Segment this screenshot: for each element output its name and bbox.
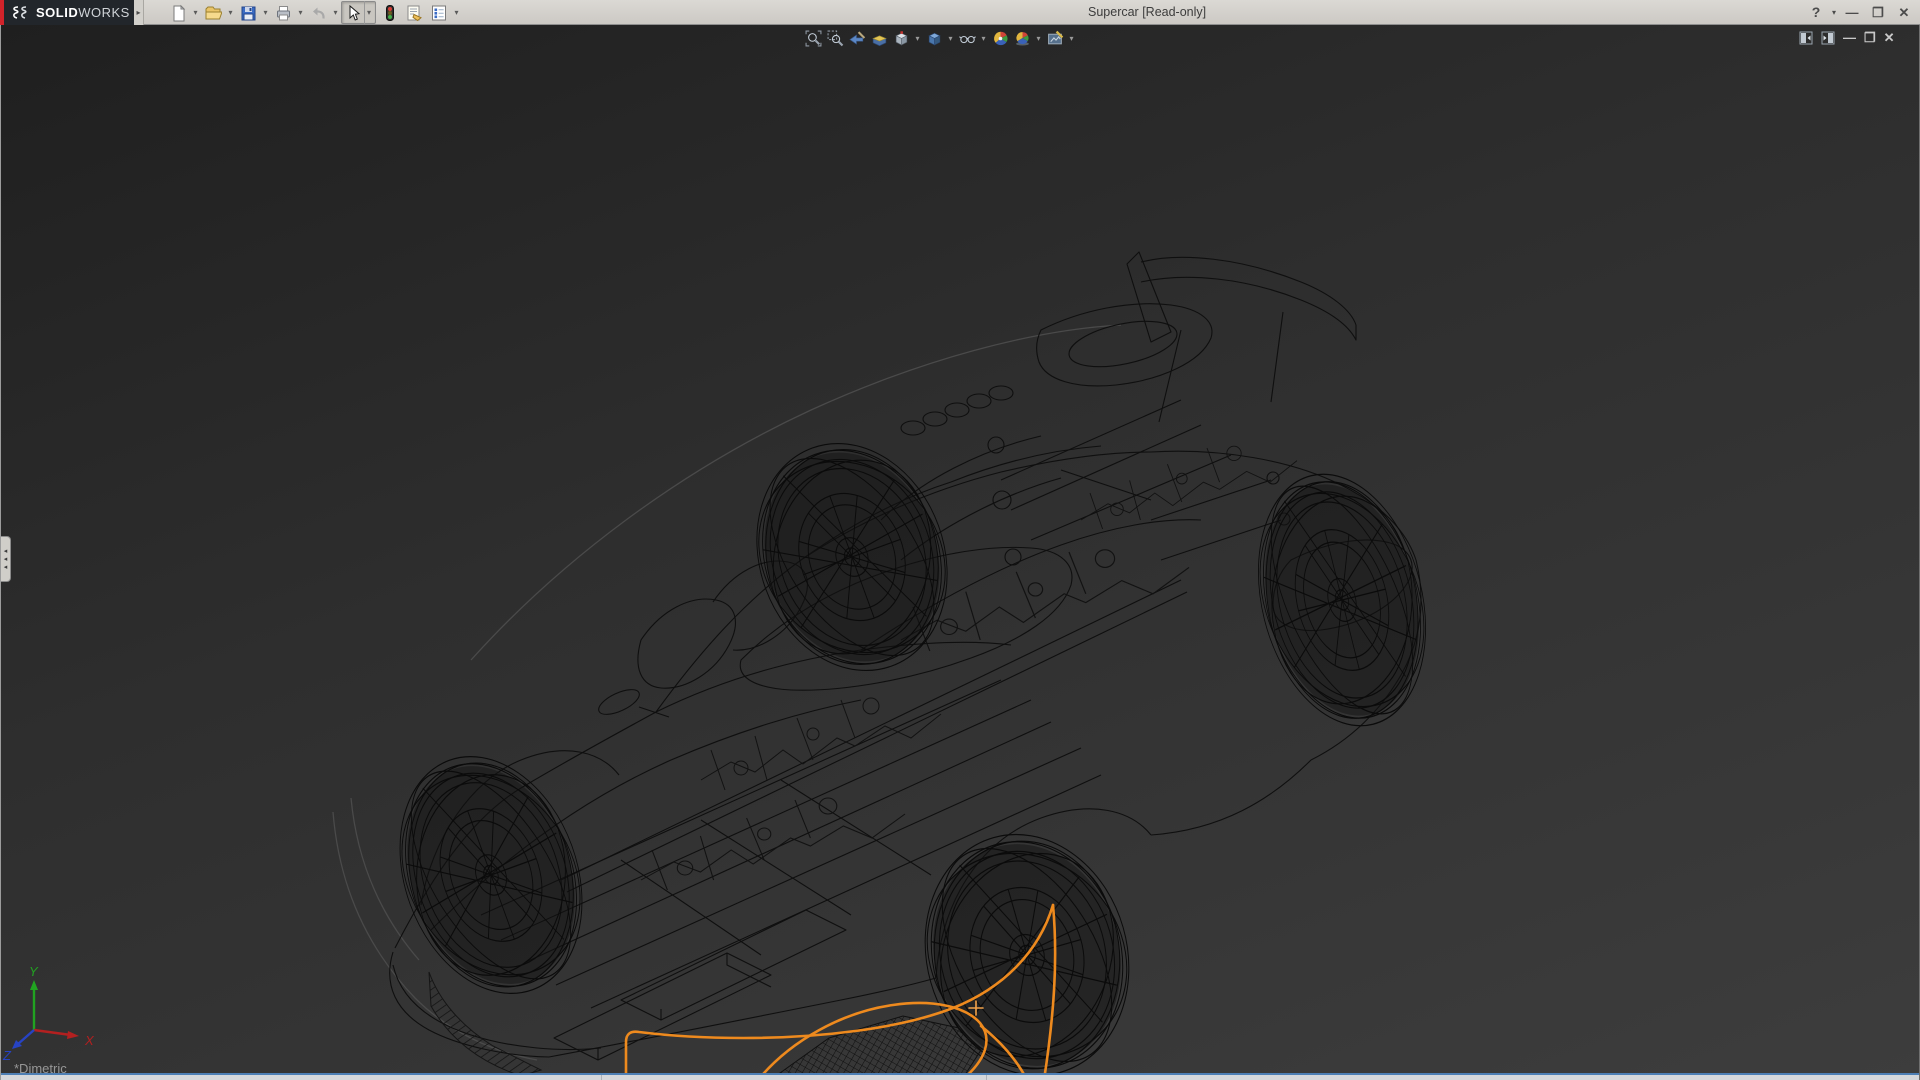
status-bar-edge: [1, 1073, 1920, 1080]
status-pane-divider: [601, 1075, 602, 1080]
display-style-icon: [926, 30, 943, 47]
chassis-detail-wireframe: [641, 446, 1297, 890]
open-document-button[interactable]: [201, 1, 225, 24]
document-restore-button[interactable]: ❐: [1864, 28, 1876, 48]
print-dropdown[interactable]: ▾: [296, 1, 305, 24]
triad-x-label: X: [84, 1033, 95, 1048]
apply-scene-dropdown[interactable]: ▾: [1034, 34, 1043, 43]
quick-access-toolbar: ▾ ▾ ▾ ▾: [166, 0, 461, 25]
open-document-dropdown[interactable]: ▾: [226, 1, 235, 24]
help-dropdown[interactable]: ▾: [1832, 8, 1836, 17]
window-title: Supercar [Read-only]: [1088, 5, 1206, 19]
options-button[interactable]: [427, 1, 451, 24]
wordmark-light: WORKS: [78, 5, 130, 20]
view-orientation-dropdown[interactable]: ▾: [913, 34, 922, 43]
view-settings-icon: [1047, 30, 1064, 47]
undo-button[interactable]: [306, 1, 330, 24]
diffuser-mesh: [773, 1016, 981, 1078]
apply-scene-button[interactable]: [1012, 28, 1032, 48]
view-orientation-icon: [893, 30, 910, 47]
hide-show-items-icon: [959, 30, 976, 47]
previous-view-icon: [849, 30, 866, 47]
new-document-dropdown[interactable]: ▾: [191, 1, 200, 24]
wheel-front-left: [330, 686, 652, 1065]
select-tool-button[interactable]: ▾: [341, 1, 376, 24]
window-controls: ? ▾ — ❐ ✕: [1806, 0, 1914, 25]
view-settings-button[interactable]: [1045, 28, 1065, 48]
document-minimize-button[interactable]: —: [1843, 28, 1856, 48]
display-style-dropdown[interactable]: ▾: [946, 34, 955, 43]
restore-button[interactable]: ❐: [1868, 0, 1888, 25]
help-button[interactable]: ?: [1806, 0, 1826, 25]
new-document-icon: [169, 4, 187, 22]
hide-show-items-button[interactable]: [957, 28, 977, 48]
undo-icon: [309, 4, 327, 22]
file-properties-button[interactable]: [402, 1, 426, 24]
display-pane-toggle[interactable]: [1821, 31, 1835, 45]
solidworks-logo-icon: [10, 5, 32, 21]
front-splitter-vents: [429, 972, 541, 1076]
print-icon: [274, 4, 292, 22]
minimize-button[interactable]: —: [1842, 0, 1862, 25]
solidworks-logo: SOLIDWORKS: [0, 0, 134, 25]
document-close-button[interactable]: ✕: [1884, 28, 1895, 48]
select-tool-dropdown[interactable]: ▾: [364, 1, 373, 24]
rebuild-button[interactable]: [377, 1, 401, 24]
menu-expander-button[interactable]: ▸: [134, 0, 144, 25]
view-settings-dropdown[interactable]: ▾: [1067, 34, 1076, 43]
collapse-arrow-icon: ◂: [4, 548, 8, 555]
featuremanager-collapse-tab[interactable]: ◂ ◂ ◂: [1, 536, 11, 582]
display-pane-icon: [1821, 31, 1835, 45]
wheel-rear-right: [1199, 411, 1485, 789]
apply-scene-icon: [1014, 30, 1031, 47]
triad-y-label: Y: [29, 964, 39, 979]
print-button[interactable]: [271, 1, 295, 24]
title-bar: SOLIDWORKS ▸ ▾ ▾: [0, 0, 1920, 25]
options-icon: [430, 4, 448, 22]
orientation-triad: Y X Z: [1, 950, 111, 1060]
wireframe-car-model[interactable]: [1, 25, 1920, 1080]
zoom-to-fit-button[interactable]: [803, 28, 823, 48]
graphics-viewport[interactable]: ▾ ▾ ▾: [0, 25, 1920, 1080]
undo-dropdown[interactable]: ▾: [331, 1, 340, 24]
save-button[interactable]: [236, 1, 260, 24]
options-dropdown[interactable]: ▾: [452, 1, 461, 24]
edit-appearance-icon: [992, 30, 1009, 47]
zoom-to-fit-icon: [805, 30, 822, 47]
edit-appearance-button[interactable]: [990, 28, 1010, 48]
status-pane-divider: [986, 1075, 987, 1080]
triad-z-label: Z: [2, 1048, 12, 1060]
wordmark-bold: SOLID: [36, 5, 78, 20]
heads-up-view-toolbar: ▾ ▾ ▾: [803, 27, 1076, 49]
section-view-button[interactable]: [869, 28, 889, 48]
view-orientation-button[interactable]: [891, 28, 911, 48]
save-icon: [239, 4, 257, 22]
zoom-to-area-icon: [827, 30, 844, 47]
previous-view-button[interactable]: [847, 28, 867, 48]
new-document-button[interactable]: [166, 1, 190, 24]
display-style-button[interactable]: [924, 28, 944, 48]
file-properties-icon: [405, 4, 423, 22]
open-document-icon: [204, 4, 222, 22]
collapse-arrow-icon: ◂: [4, 564, 8, 571]
close-button[interactable]: ✕: [1894, 0, 1914, 25]
solidworks-window: SOLIDWORKS ▸ ▾ ▾: [0, 0, 1920, 1080]
rebuild-traffic-light-icon: [380, 4, 398, 22]
solidworks-wordmark: SOLIDWORKS: [36, 5, 130, 20]
section-view-icon: [871, 30, 888, 47]
collapse-arrow-icon: ◂: [4, 556, 8, 563]
zoom-to-area-button[interactable]: [825, 28, 845, 48]
featuremanager-pane-icon: [1799, 31, 1813, 45]
document-window-controls: — ❐ ✕: [1799, 28, 1895, 48]
featuremanager-pane-toggle[interactable]: [1799, 31, 1813, 45]
save-dropdown[interactable]: ▾: [261, 1, 270, 24]
hide-show-items-dropdown[interactable]: ▾: [979, 34, 988, 43]
select-cursor-icon: [344, 4, 362, 22]
